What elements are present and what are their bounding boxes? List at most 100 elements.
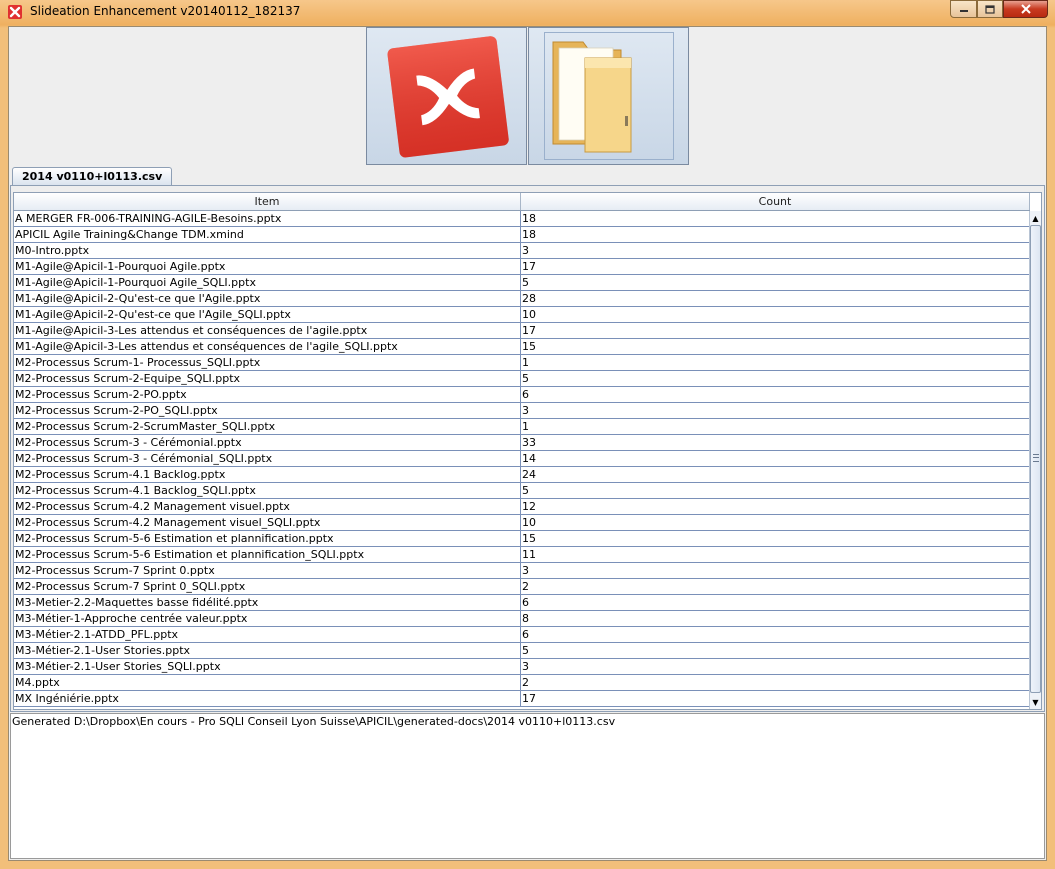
cell-count[interactable]: 17 xyxy=(521,691,1030,706)
table-row[interactable]: M2-Processus Scrum-4.2 Management visuel… xyxy=(14,515,1030,531)
cell-item[interactable]: M4.pptx xyxy=(14,675,521,690)
scroll-down-arrow-icon[interactable]: ▼ xyxy=(1030,695,1041,709)
cell-item[interactable]: M2-Processus Scrum-5-6 Estimation et pla… xyxy=(14,531,521,546)
cell-count[interactable]: 5 xyxy=(521,643,1030,658)
table-row[interactable]: M1-Agile@Apicil-2-Qu'est-ce que l'Agile_… xyxy=(14,307,1030,323)
cell-item[interactable]: MX Ingéniérie.pptx xyxy=(14,691,521,706)
table-row[interactable]: M2-Processus Scrum-4.1 Backlog_SQLI.pptx… xyxy=(14,483,1030,499)
cell-item[interactable]: M1-Agile@Apicil-1-Pourquoi Agile_SQLI.pp… xyxy=(14,275,521,290)
cell-count[interactable]: 1 xyxy=(521,355,1030,370)
table-row[interactable]: M4.pptx 2 xyxy=(14,675,1030,691)
cell-count[interactable]: 10 xyxy=(521,515,1030,530)
cell-item[interactable]: APICIL Agile Training&Change TDM.xmind xyxy=(14,227,521,242)
title-bar[interactable]: Slideation Enhancement v20140112_182137 xyxy=(0,0,1055,24)
cell-item[interactable]: M2-Processus Scrum-2-ScrumMaster_SQLI.pp… xyxy=(14,419,521,434)
cell-item[interactable]: M2-Processus Scrum-4.1 Backlog.pptx xyxy=(14,467,521,482)
cell-count[interactable]: 18 xyxy=(521,227,1030,242)
table-row[interactable]: M2-Processus Scrum-2-PO_SQLI.pptx 3 xyxy=(14,403,1030,419)
table-row[interactable]: M2-Processus Scrum-5-6 Estimation et pla… xyxy=(14,531,1030,547)
cell-count[interactable]: 14 xyxy=(521,451,1030,466)
table-row[interactable]: M2-Processus Scrum-3 - Cérémonial.pptx 33 xyxy=(14,435,1030,451)
cell-count[interactable]: 15 xyxy=(521,531,1030,546)
cell-item[interactable]: M3-Metier-2.2-Maquettes basse fidélité.p… xyxy=(14,595,521,610)
cell-count[interactable]: 3 xyxy=(521,563,1030,578)
table-row[interactable]: M1-Agile@Apicil-1-Pourquoi Agile.pptx 17 xyxy=(14,259,1030,275)
cell-count[interactable]: 24 xyxy=(521,467,1030,482)
table-row[interactable]: M2-Processus Scrum-1- Processus_SQLI.ppt… xyxy=(14,355,1030,371)
cell-count[interactable]: 10 xyxy=(521,307,1030,322)
cell-item[interactable]: M3-Métier-2.1-ATDD_PFL.pptx xyxy=(14,627,521,642)
tab-csv-file[interactable]: 2014 v0110+l0113.csv xyxy=(12,167,173,186)
cell-item[interactable]: M3-Métier-2.1-User Stories.pptx xyxy=(14,643,521,658)
table-row[interactable]: M2-Processus Scrum-7 Sprint 0_SQLI.pptx 2 xyxy=(14,579,1030,595)
close-button[interactable] xyxy=(1003,0,1048,18)
table-row[interactable]: M2-Processus Scrum-2-ScrumMaster_SQLI.pp… xyxy=(14,419,1030,435)
status-text-area[interactable]: Generated D:\Dropbox\En cours - Pro SQLI… xyxy=(10,713,1045,859)
cell-item[interactable]: M1-Agile@Apicil-3-Les attendus et conséq… xyxy=(14,323,521,338)
cell-count[interactable]: 17 xyxy=(521,259,1030,274)
cell-count[interactable]: 3 xyxy=(521,403,1030,418)
cell-count[interactable]: 5 xyxy=(521,483,1030,498)
cell-count[interactable]: 6 xyxy=(521,387,1030,402)
scroll-up-arrow-icon[interactable]: ▲ xyxy=(1030,211,1041,225)
cell-item[interactable]: M1-Agile@Apicil-2-Qu'est-ce que l'Agile.… xyxy=(14,291,521,306)
table-row[interactable]: M2-Processus Scrum-5-6 Estimation et pla… xyxy=(14,547,1030,563)
cell-count[interactable]: 5 xyxy=(521,275,1030,290)
cell-count[interactable]: 33 xyxy=(521,435,1030,450)
cell-item[interactable]: M2-Processus Scrum-2-PO.pptx xyxy=(14,387,521,402)
column-header-count[interactable]: Count xyxy=(521,193,1030,210)
table-row[interactable]: M3-Métier-2.1-User Stories_SQLI.pptx 3 xyxy=(14,659,1030,675)
cell-count[interactable]: 3 xyxy=(521,243,1030,258)
table-row[interactable]: M0-Intro.pptx 3 xyxy=(14,243,1030,259)
table-row[interactable]: M3-Métier-2.1-User Stories.pptx 5 xyxy=(14,643,1030,659)
cell-count[interactable]: 11 xyxy=(521,547,1030,562)
table-row[interactable]: M1-Agile@Apicil-3-Les attendus et conséq… xyxy=(14,323,1030,339)
cell-count[interactable]: 17 xyxy=(521,323,1030,338)
table-row[interactable]: M2-Processus Scrum-3 - Cérémonial_SQLI.p… xyxy=(14,451,1030,467)
table-row[interactable]: M1-Agile@Apicil-3-Les attendus et conséq… xyxy=(14,339,1030,355)
table-row[interactable]: M1-Agile@Apicil-2-Qu'est-ce que l'Agile.… xyxy=(14,291,1030,307)
cell-count[interactable]: 15 xyxy=(521,339,1030,354)
cell-count[interactable]: 6 xyxy=(521,595,1030,610)
cell-count[interactable]: 2 xyxy=(521,675,1030,690)
open-folder-button[interactable] xyxy=(528,27,689,165)
table-row[interactable]: MX Ingéniérie.pptx 17 xyxy=(14,691,1030,707)
table-row[interactable]: M2-Processus Scrum-2-PO.pptx 6 xyxy=(14,387,1030,403)
cell-count[interactable]: 18 xyxy=(521,211,1030,226)
cell-item[interactable]: M2-Processus Scrum-4.2 Management visuel… xyxy=(14,499,521,514)
cell-item[interactable]: M2-Processus Scrum-4.1 Backlog_SQLI.pptx xyxy=(14,483,521,498)
cell-item[interactable]: M2-Processus Scrum-1- Processus_SQLI.ppt… xyxy=(14,355,521,370)
cell-item[interactable]: M2-Processus Scrum-3 - Cérémonial_SQLI.p… xyxy=(14,451,521,466)
vertical-scrollbar[interactable]: ▲ ▼ xyxy=(1029,211,1041,709)
cell-item[interactable]: M1-Agile@Apicil-1-Pourquoi Agile.pptx xyxy=(14,259,521,274)
cell-count[interactable]: 6 xyxy=(521,627,1030,642)
cell-item[interactable]: M2-Processus Scrum-7 Sprint 0_SQLI.pptx xyxy=(14,579,521,594)
table-row[interactable]: M3-Métier-1-Approche centrée valeur.pptx… xyxy=(14,611,1030,627)
cell-item[interactable]: M2-Processus Scrum-5-6 Estimation et pla… xyxy=(14,547,521,562)
cell-item[interactable]: M1-Agile@Apicil-3-Les attendus et conséq… xyxy=(14,339,521,354)
cell-count[interactable]: 28 xyxy=(521,291,1030,306)
cell-item[interactable]: M2-Processus Scrum-2-PO_SQLI.pptx xyxy=(14,403,521,418)
cell-item[interactable]: M3-Métier-1-Approche centrée valeur.pptx xyxy=(14,611,521,626)
cell-item[interactable]: M1-Agile@Apicil-2-Qu'est-ce que l'Agile_… xyxy=(14,307,521,322)
cell-count[interactable]: 1 xyxy=(521,419,1030,434)
maximize-button[interactable] xyxy=(977,0,1003,18)
cell-item[interactable]: M0-Intro.pptx xyxy=(14,243,521,258)
table-row[interactable]: M2-Processus Scrum-4.1 Backlog.pptx 24 xyxy=(14,467,1030,483)
cell-count[interactable]: 12 xyxy=(521,499,1030,514)
xmind-button[interactable] xyxy=(366,27,527,165)
cell-item[interactable]: M2-Processus Scrum-2-Equipe_SQLI.pptx xyxy=(14,371,521,386)
table-row[interactable]: APICIL Agile Training&Change TDM.xmind 18 xyxy=(14,227,1030,243)
column-header-item[interactable]: Item xyxy=(14,193,521,210)
table-row[interactable]: M2-Processus Scrum-4.2 Management visuel… xyxy=(14,499,1030,515)
cell-item[interactable]: M2-Processus Scrum-4.2 Management visuel… xyxy=(14,515,521,530)
cell-count[interactable]: 3 xyxy=(521,659,1030,674)
cell-item[interactable]: A MERGER FR-006-TRAINING-AGILE-Besoins.p… xyxy=(14,211,521,226)
cell-item[interactable]: M2-Processus Scrum-7 Sprint 0.pptx xyxy=(14,563,521,578)
cell-count[interactable]: 5 xyxy=(521,371,1030,386)
minimize-button[interactable] xyxy=(950,0,977,18)
table-row[interactable]: M3-Metier-2.2-Maquettes basse fidélité.p… xyxy=(14,595,1030,611)
scrollbar-thumb[interactable] xyxy=(1030,225,1041,693)
table-row[interactable]: A MERGER FR-006-TRAINING-AGILE-Besoins.p… xyxy=(14,211,1030,227)
table-row[interactable]: M2-Processus Scrum-7 Sprint 0.pptx 3 xyxy=(14,563,1030,579)
